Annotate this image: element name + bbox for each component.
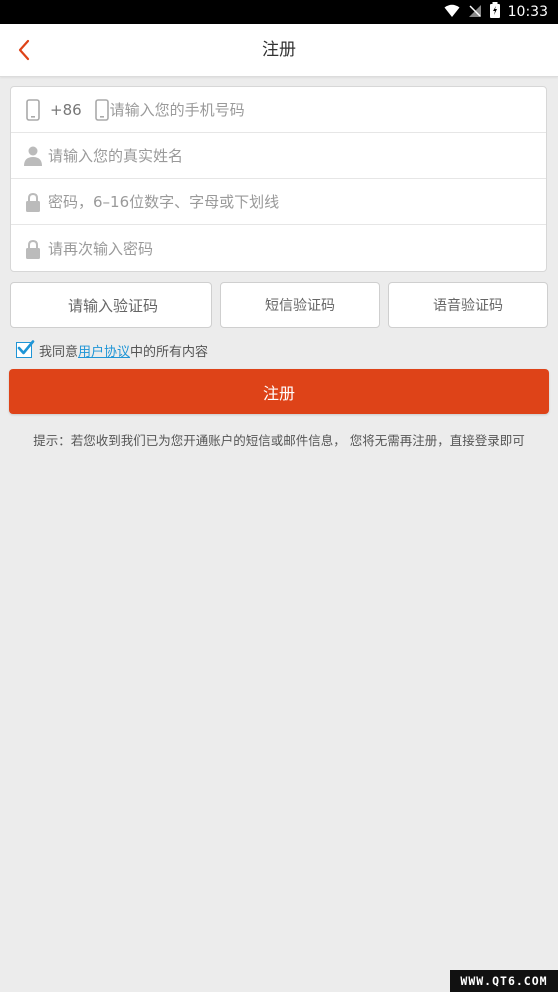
phone-input[interactable] — [109, 94, 546, 125]
password-row — [11, 179, 546, 225]
page-title: 注册 — [262, 40, 296, 60]
wifi-icon — [444, 3, 460, 22]
no-signal-icon — [468, 3, 482, 22]
user-agreement-link[interactable]: 用户协议 — [78, 341, 130, 360]
real-name-input[interactable] — [48, 140, 546, 171]
registration-form: +86 — [10, 86, 547, 272]
back-button[interactable] — [4, 30, 44, 70]
status-time: 10:33 — [507, 4, 548, 20]
password-input[interactable] — [48, 186, 546, 217]
phone-row: +86 — [11, 87, 546, 133]
battery-icon — [489, 2, 500, 22]
confirm-password-input[interactable] — [48, 234, 546, 264]
agreement-suffix: 中的所有内容 — [130, 344, 209, 360]
watermark-logo: WWW.QT6.COM — [450, 970, 558, 992]
register-button[interactable]: 注册 — [9, 369, 549, 414]
voice-code-button[interactable]: 语音验证码 — [388, 282, 548, 328]
lock-icon — [24, 190, 42, 214]
phone-icon — [24, 98, 42, 122]
lock-icon — [24, 237, 42, 261]
agreement-row: 我同意 用户协议 中的所有内容 — [16, 340, 208, 360]
status-icons: 10:33 — [444, 2, 548, 22]
chevron-left-icon — [18, 39, 30, 61]
status-bar: 10:33 — [0, 0, 558, 24]
confirm-password-row — [11, 226, 546, 272]
tip-text: 提示：若您收到我们已为您开通账户的短信或邮件信息， 您将无需再注册，直接登录即可 — [33, 433, 525, 448]
verification-code-box — [10, 282, 215, 329]
agreement-prefix: 我同意 — [39, 344, 79, 360]
phone-icon — [94, 98, 110, 122]
agreement-checkbox[interactable] — [16, 340, 35, 358]
sms-code-button[interactable]: 短信验证码 — [220, 282, 380, 328]
user-icon — [24, 144, 42, 168]
checkmark-icon — [17, 340, 35, 355]
header-bar: 注册 — [0, 24, 558, 77]
verification-code-input[interactable] — [11, 283, 215, 329]
country-code[interactable]: +86 — [50, 101, 82, 119]
name-row — [11, 133, 546, 179]
